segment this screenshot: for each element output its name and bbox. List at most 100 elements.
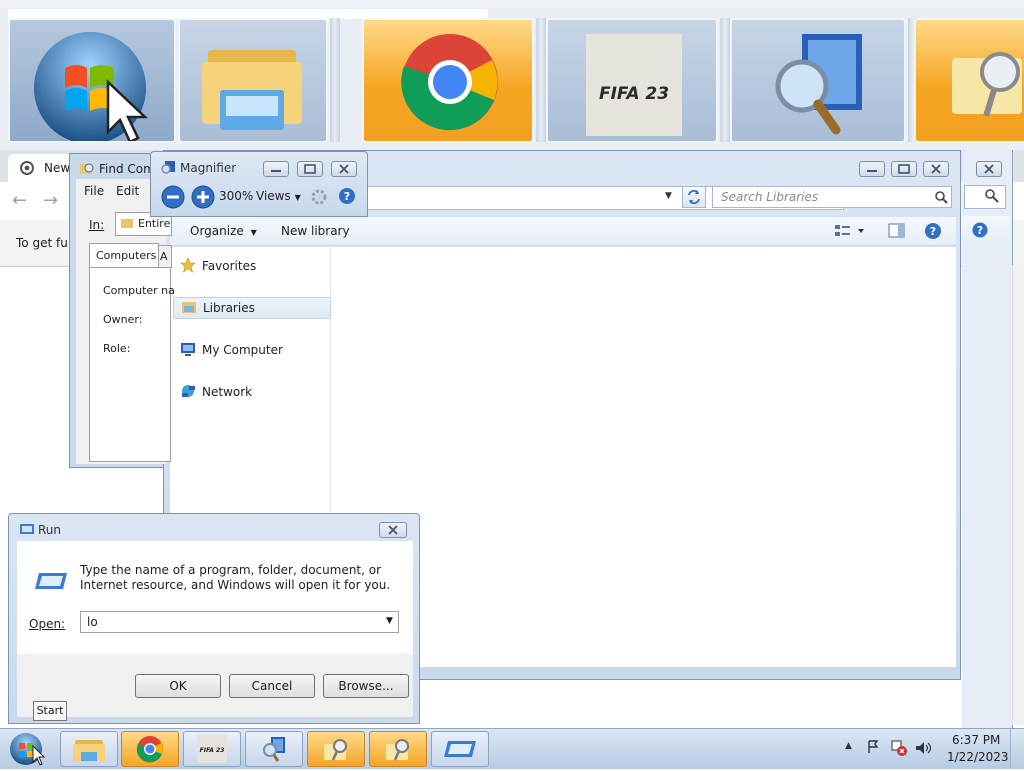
clock-time[interactable]: 6:37 PM (952, 733, 1000, 747)
taskbar-chrome-button[interactable] (121, 731, 179, 767)
taskbar-run-button[interactable] (431, 731, 489, 767)
chevron-down-icon[interactable]: ▼ (386, 616, 393, 626)
search-folder-icon (383, 736, 413, 765)
help-icon[interactable]: ? (972, 222, 988, 241)
search-icon (935, 191, 948, 207)
magnified-chrome-button (362, 18, 534, 143)
network-status-icon[interactable] (890, 739, 908, 760)
open-combobox[interactable]: lo ▼ (80, 611, 399, 633)
magnified-search-button (914, 18, 1024, 143)
forward-arrow-icon[interactable]: → (43, 190, 58, 211)
minimize-button[interactable] (859, 161, 885, 177)
cancel-button[interactable]: Cancel (229, 674, 315, 698)
magnifier-maximize-button[interactable] (297, 161, 323, 177)
star-icon (180, 256, 196, 276)
libraries-icon (181, 300, 197, 317)
zoom-in-icon[interactable] (191, 185, 215, 212)
magnified-fifa-button: FIFA 23 (546, 18, 718, 143)
new-library-button[interactable]: New library (281, 224, 350, 238)
search-folder-icon (321, 736, 351, 765)
views-menu[interactable]: Views ▼ (256, 189, 301, 203)
nav-network[interactable]: Network (180, 381, 252, 403)
chrome-infobar-text: To get fu (16, 236, 68, 250)
taskbar-magnifier-button[interactable] (245, 731, 303, 767)
menu-file[interactable]: File (84, 184, 104, 198)
run-client-area: Type the name of a program, folder, docu… (17, 541, 413, 717)
chrome-tab-title: New (44, 161, 71, 175)
run-program-icon (35, 570, 69, 595)
change-view-icon[interactable] (834, 223, 866, 242)
search-libraries-input[interactable]: Search Libraries (712, 186, 952, 208)
start-button[interactable] (8, 730, 48, 771)
nav-favorites[interactable]: Favorites (180, 255, 256, 277)
nav-favorites-label: Favorites (202, 259, 257, 273)
run-dialog: Run Type the name of a program, folder, … (8, 513, 420, 724)
preview-pane-icon[interactable] (888, 223, 906, 242)
search-box-behind[interactable] (964, 185, 1006, 209)
help-icon[interactable]: ? (338, 187, 356, 208)
clock-date[interactable]: 1/22/2023 (947, 750, 1009, 764)
gear-icon[interactable] (310, 188, 328, 209)
magnifier-lens-view: FIFA 23 (0, 0, 1024, 151)
windows-orb-icon (10, 733, 46, 766)
network-icon (180, 383, 196, 402)
magnifier-close-button[interactable] (331, 161, 357, 177)
taskbar-fifa-button[interactable]: FIFA 23 (183, 731, 241, 767)
close-button[interactable] (923, 161, 949, 177)
open-label: Open: (29, 617, 66, 631)
magnified-start-button (8, 18, 176, 143)
magnifier-small-icon (160, 160, 176, 179)
chevron-down-icon: ▼ (294, 193, 301, 202)
nav-my-computer[interactable]: My Computer (180, 339, 283, 361)
start-tooltip: Start (33, 701, 67, 721)
show-hidden-icons[interactable]: ▲ (845, 741, 852, 751)
close-button-behind[interactable] (976, 161, 1002, 177)
nav-my-computer-label: My Computer (202, 343, 283, 357)
zoom-out-icon[interactable] (161, 185, 185, 212)
run-small-icon (19, 522, 35, 539)
show-desktop-button[interactable] (1010, 729, 1024, 768)
organize-menu[interactable]: Organize ▼ (190, 224, 257, 238)
refresh-button[interactable] (682, 186, 706, 208)
role-label: Role: (103, 342, 131, 355)
action-center-icon[interactable] (866, 739, 882, 758)
taskbar-explorer-button[interactable] (60, 731, 118, 767)
computer-icon (180, 341, 196, 360)
magnifier-icon (259, 735, 289, 766)
find-window-title: Find Com (99, 162, 155, 176)
tab-computers[interactable]: Computers (89, 243, 159, 268)
run-description: Type the name of a program, folder, docu… (80, 563, 391, 592)
help-icon[interactable]: ? (924, 222, 942, 243)
ok-button[interactable]: OK (135, 674, 221, 698)
search-placeholder: Search Libraries (721, 190, 819, 204)
fifa23-icon: FIFA 23 (586, 34, 682, 136)
volume-icon[interactable] (914, 740, 932, 759)
run-title: Run (38, 523, 62, 537)
chrome-icon (401, 34, 498, 131)
search-icon (985, 189, 999, 206)
menu-edit[interactable]: Edit (116, 184, 139, 198)
zoom-level: 300% (219, 189, 254, 203)
address-dropdown-icon[interactable]: ▼ (665, 191, 672, 201)
magnifier-title: Magnifier (180, 161, 237, 175)
browse-button[interactable]: Browse... (323, 674, 409, 698)
back-arrow-icon[interactable]: ← (12, 190, 27, 211)
magnifier-minimize-button[interactable] (263, 161, 289, 177)
folder-icon (73, 736, 105, 765)
fifa23-icon: FIFA 23 (197, 735, 227, 763)
run-close-button[interactable] (379, 522, 407, 538)
taskbar-fifa-label: FIFA 23 (199, 747, 225, 754)
chrome-icon (136, 735, 164, 766)
tab-other[interactable]: A (158, 245, 172, 268)
file-list-area[interactable] (331, 247, 956, 667)
maximize-button[interactable] (891, 161, 917, 177)
open-input-value[interactable]: lo (87, 615, 98, 629)
svg-text:?: ? (977, 224, 983, 237)
vertical-scrollbar[interactable] (1012, 265, 1024, 725)
svg-text:?: ? (344, 190, 350, 203)
magnified-magnifier-button (730, 18, 906, 143)
taskbar-search-button[interactable] (307, 731, 365, 767)
nav-libraries-label: Libraries (203, 301, 255, 315)
taskbar-search-button-2[interactable] (369, 731, 427, 767)
nav-libraries[interactable]: Libraries (173, 297, 331, 319)
